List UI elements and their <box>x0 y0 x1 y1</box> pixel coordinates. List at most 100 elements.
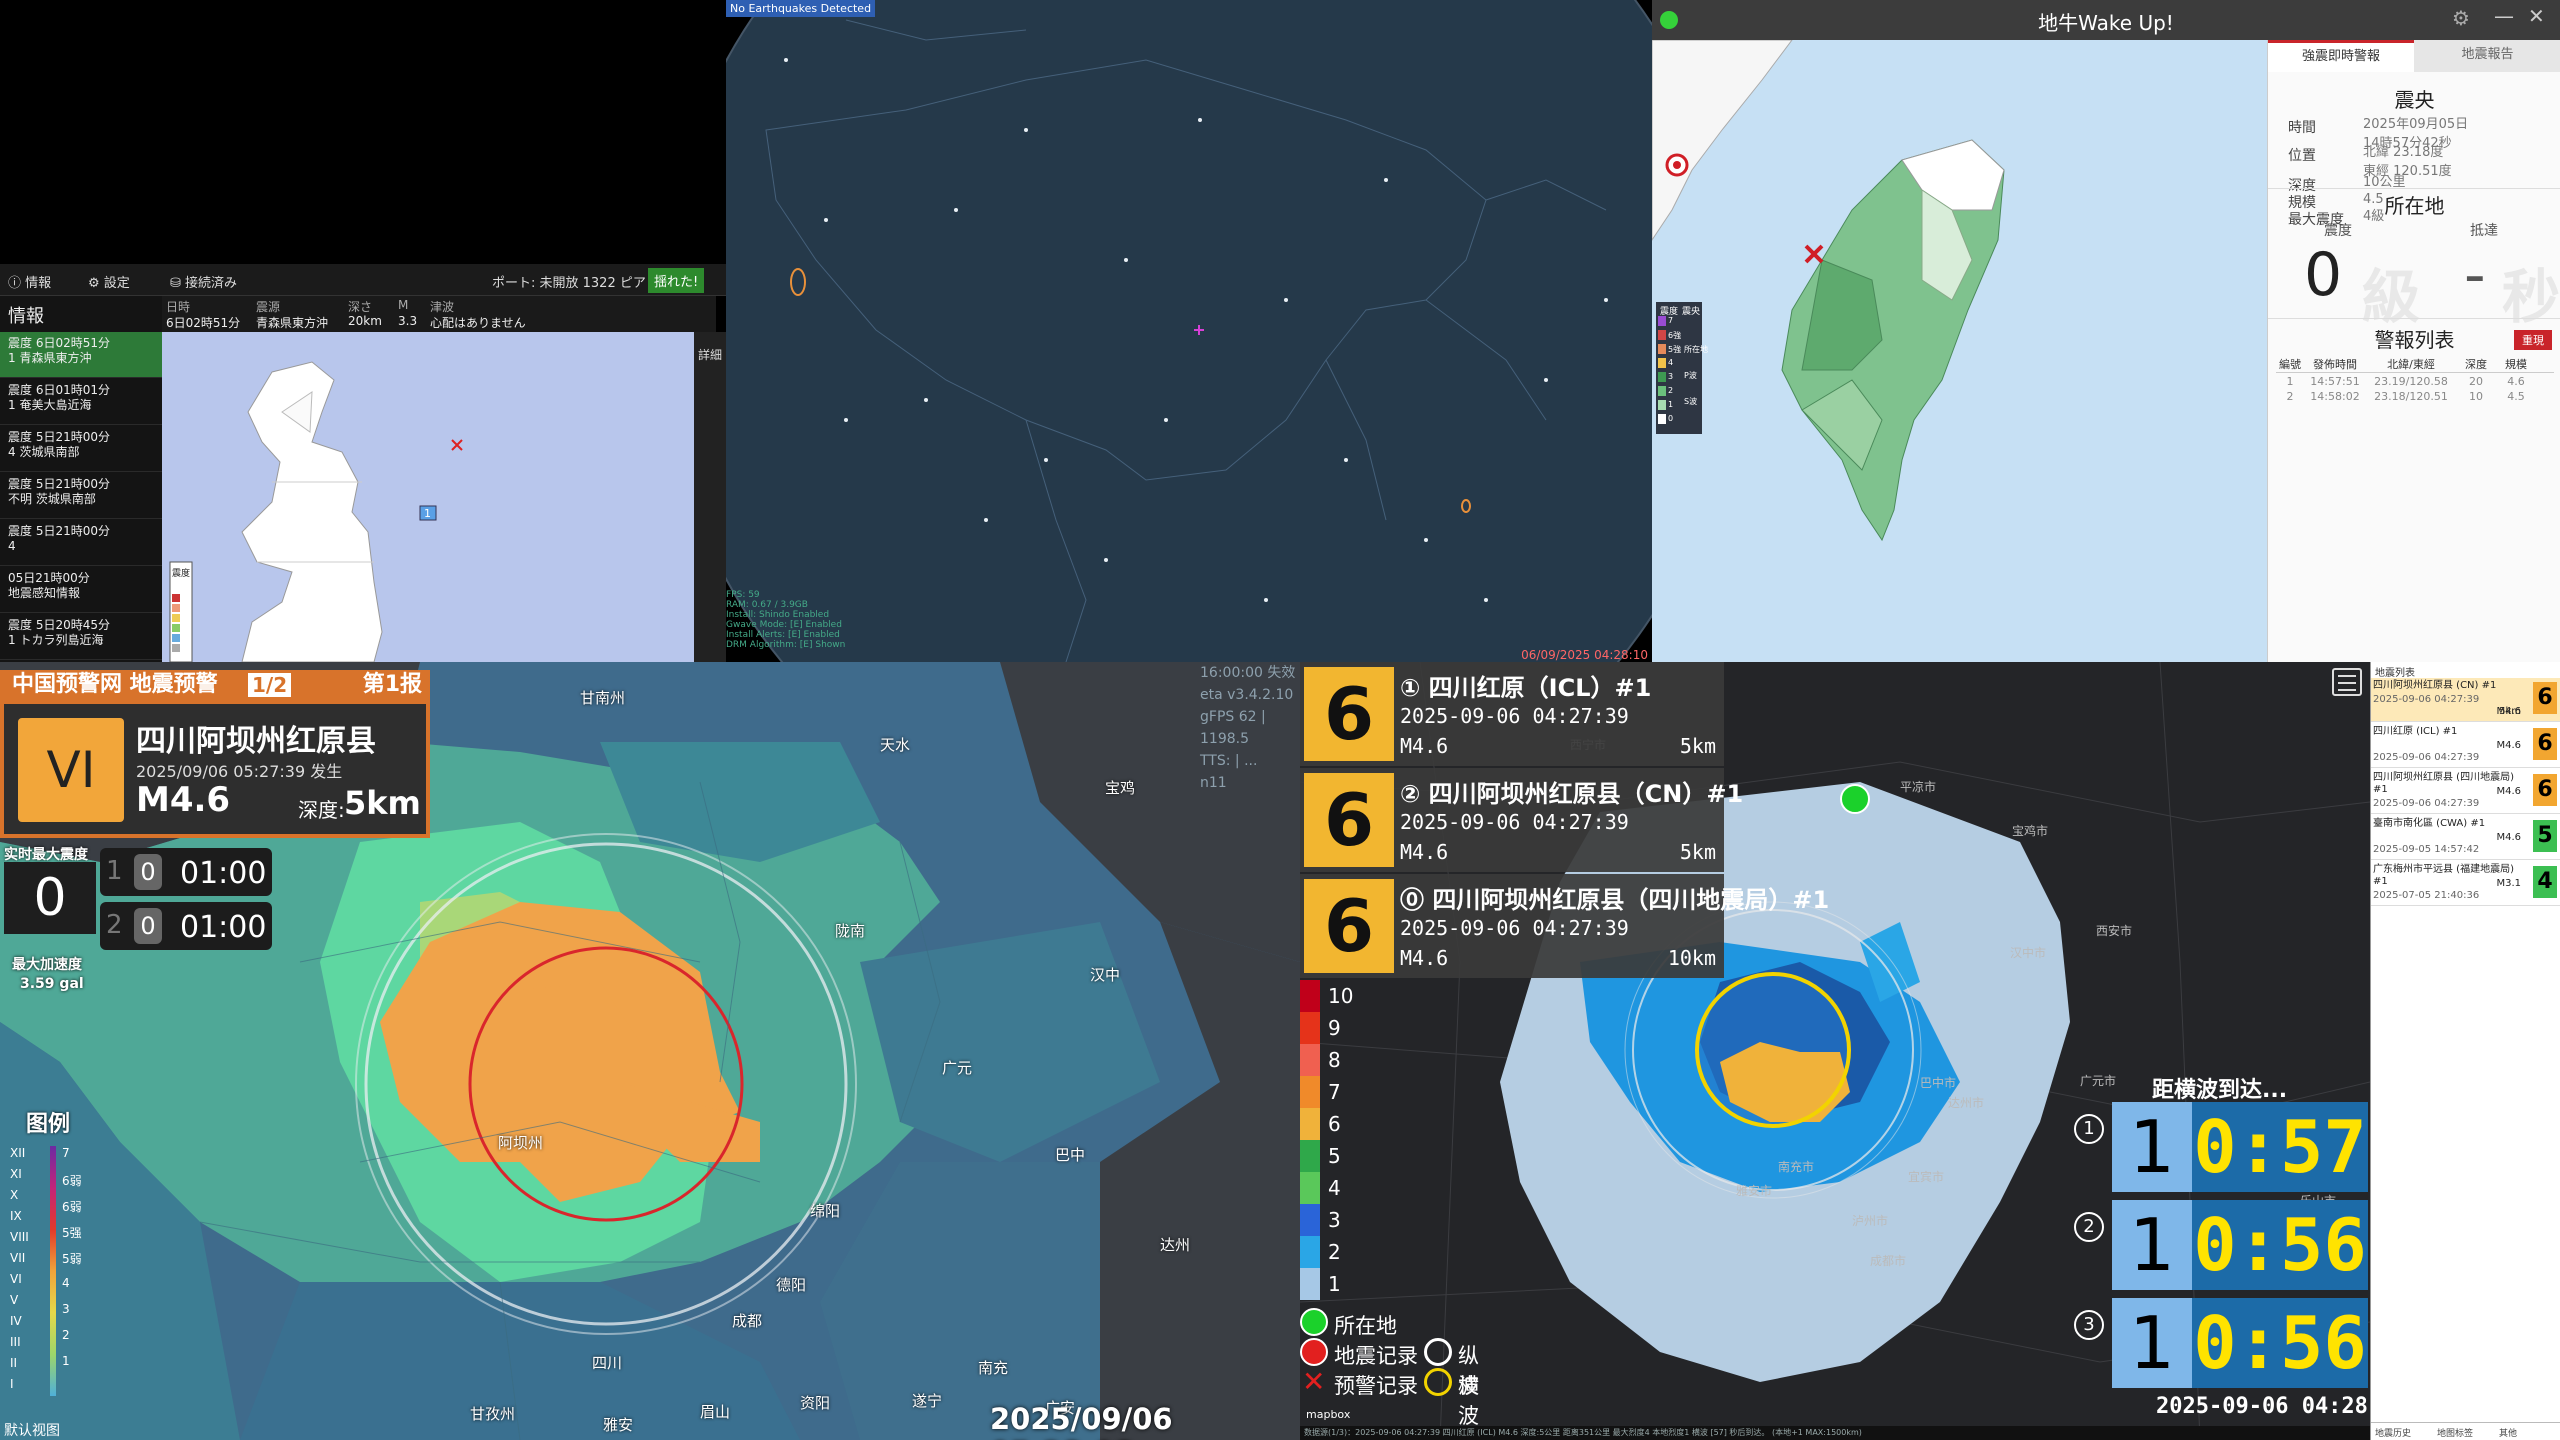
quake-time: 05日21時00分 <box>8 571 90 585</box>
table-cell: 4.6 <box>2507 375 2525 388</box>
city-label: 平凉市 <box>1900 780 1937 794</box>
cn-eew-panel[interactable]: 甘南州 天水 宝鸡 陇南 汉中 广元 阿坝州 巴中 绵阳 达州 德阳 成都 四川 南充 广安 遂宁 资阳 甘孜州雅… <box>0 662 1300 1440</box>
live-label: 实时最大震度 <box>4 847 88 863</box>
history-item[interactable]: 四川红原 (ICL) #1 2025-09-06 04:27:39 M4.6 6 <box>2371 724 2560 768</box>
legend-roman: IX <box>10 1209 22 1223</box>
detail-button[interactable]: 詳細 <box>694 332 726 662</box>
city-label: 宝鸡市 <box>2012 824 2049 838</box>
city-label: 遂宁 <box>912 1392 943 1410</box>
history-item[interactable]: 臺南市南化區 (CWA) #1 2025-09-05 14:57:42 M4.6 5 <box>2371 816 2560 860</box>
cn-report: 第1报 <box>362 672 422 697</box>
quake-place: 1 トカラ列島近海 <box>8 633 104 647</box>
eew-card[interactable]: 6② 四川阿坝州红原县（CN）#1 2025-09-06 04:27:39 M4.6… <box>1300 768 1743 872</box>
alert-table-row[interactable]: 2 14:58:02 23.18/120.51 10 4.5 <box>2276 390 2554 403</box>
location-title: 所在地 <box>2384 194 2445 218</box>
row-depth: 20km <box>348 314 382 328</box>
legend-roman: VIII <box>10 1230 29 1244</box>
globe-panel[interactable]: No Earthquakes Detected FPS: 59 RAM: 0.67… <box>726 0 1652 662</box>
intensity-value: 0 <box>2304 240 2343 310</box>
intensity-unit: 級 <box>2362 263 2421 331</box>
table-header-cell: 規模 <box>2505 358 2527 371</box>
scale-label: 1 <box>1328 1272 1341 1296</box>
dark-eew-panel[interactable]: 西宁市平凉市宝鸡市西安市汉中市广元市巴中市达州市成都市南充市宜宾市泸州市雅安市乐… <box>1300 662 2370 1440</box>
history-tab[interactable]: 地震历史 <box>2375 1426 2411 1439</box>
history-item[interactable]: 广东梅州市平远县 (福建地震局) #1 2025-07-05 21:40:36 M3… <box>2371 862 2560 906</box>
quake-time: 震度 5日21時00分 <box>8 430 110 444</box>
countdown-a: 1 <box>2112 1102 2192 1192</box>
city-label: 汉中市 <box>2010 946 2047 960</box>
quake-time: 震度 6日01時01分 <box>8 383 110 397</box>
quake-time: 震度 6日02時51分 <box>8 336 110 350</box>
quake-list-item[interactable]: 震度 6日02時51分 1 青森県東方沖 <box>0 332 162 378</box>
history-tab[interactable]: 其他 <box>2499 1426 2517 1439</box>
settings-tab[interactable]: ⚙ 設定 <box>88 272 130 291</box>
epicenter-title: 震央 <box>2394 88 2435 112</box>
debug-line: Install: Shindo Enabled <box>726 610 830 620</box>
quake-place: 地震感知情報 <box>8 586 81 600</box>
record-legend-icon <box>1300 1338 1328 1366</box>
gear-icon[interactable]: ⚙ <box>2452 6 2470 30</box>
arrival-label: 抵達 <box>2470 223 2498 239</box>
history-name: 四川阿坝州红原县 (CN) #1 <box>2373 680 2497 691</box>
history-level: 4 <box>2533 866 2557 898</box>
table-cell: 14:58:02 <box>2310 390 2360 403</box>
quake-list-item[interactable]: 震度 5日21時00分 4 <box>0 520 162 566</box>
eew-card[interactable]: 6① 四川红原（ICL）#1 2025-09-06 04:27:39 M4.6 5km <box>1300 662 1724 766</box>
debug-line: RAM: 0.67 / 3.9GB <box>726 600 808 610</box>
legend-swatch <box>1658 330 1666 340</box>
history-tab[interactable]: 地图标签 <box>2437 1426 2473 1439</box>
history-item[interactable]: 四川阿坝州红原县 (四川地震局) #1 2025-09-06 04:27:39 M4… <box>2371 770 2560 814</box>
card-intensity: 6 <box>1304 773 1394 867</box>
countdown-a: 1 <box>2112 1298 2192 1388</box>
legend-title: 图例 <box>26 1112 71 1137</box>
tab-report[interactable]: 地震報告 <box>2414 40 2560 72</box>
legend-num: 3 <box>62 1302 70 1316</box>
alert-table-row[interactable]: 1 14:57:51 23.19/120.58 20 4.6 <box>2276 375 2554 388</box>
japan-map[interactable]: 1 震度 <box>162 332 694 662</box>
history-level: 5 <box>2533 820 2557 852</box>
countdown-timer: 2 0 01:00 <box>100 902 272 950</box>
city-label: 汉中 <box>1090 966 1121 984</box>
city-label: 阿坝州 <box>498 1134 544 1152</box>
history-date: 2025-07-05 21:40:36 <box>2373 890 2480 901</box>
hdr-m: M <box>398 298 409 312</box>
scale-swatch <box>1300 1204 1320 1236</box>
close-icon[interactable]: ✕ <box>2528 4 2545 28</box>
card-intensity: 6 <box>1304 879 1394 973</box>
quake-list-item[interactable]: 震度 6日01時01分 1 奄美大島近海 <box>0 379 162 425</box>
default-view-button[interactable]: 默认视图 <box>4 1420 60 1440</box>
quake-list-item[interactable]: 05日21時00分 地震感知情報 <box>0 567 162 613</box>
legend-roman: I <box>10 1377 14 1391</box>
minimize-icon[interactable]: — <box>2494 4 2514 28</box>
legend-bar <box>50 1146 56 1396</box>
row-epicenter: 青森県東方沖 <box>256 316 329 330</box>
eew-card[interactable]: 6⓪ 四川阿坝州红原县（四川地震局）#1 2025-09-06 04:27:39 M… <box>1300 874 1829 978</box>
card-depth: 10km <box>1667 946 1716 970</box>
history-name: 四川红原 (ICL) #1 <box>2373 726 2458 737</box>
city-label: 南充 <box>978 1359 1009 1377</box>
menu-icon[interactable] <box>2332 668 2362 696</box>
history-item[interactable]: 四川阿坝州红原县 (CN) #1 2025-09-06 04:27:39 M4.6 5… <box>2371 678 2560 722</box>
legend-roman: X <box>10 1188 19 1202</box>
history-date: 2025-09-06 04:27:39 <box>2373 752 2480 763</box>
shake-button[interactable]: 揺れた! <box>648 268 705 293</box>
pga-label: 最大加速度 <box>12 957 82 973</box>
quake-list-item[interactable]: 震度 5日21時00分 不明 茨城県南部 <box>0 473 162 519</box>
city-label: 宝鸡 <box>1105 779 1136 797</box>
info-tab[interactable]: ⓘ 情報 <box>8 272 51 291</box>
city-label: 广元 <box>942 1059 973 1077</box>
debug-line: Gwave Mode: [E] Enabled <box>726 620 842 630</box>
taiwan-map[interactable]: 震度 震央 7 6強 5強 4 3 2 1 0 所在地 P波 S波 <box>1652 40 2267 662</box>
tab-realtime[interactable]: 強震即時警報 <box>2268 40 2414 72</box>
countdown-a: 1 <box>2112 1200 2192 1290</box>
globe-sphere <box>726 0 1652 662</box>
legend-num: 5弱 <box>62 1252 82 1266</box>
scale-label: 4 <box>1328 1176 1341 1200</box>
card-mag: M4.6 <box>1400 734 1449 758</box>
quake-list-item[interactable]: 震度 5日21時00分 4 茨城県南部 <box>0 426 162 472</box>
timer-index: 2 <box>106 910 123 940</box>
city-label: 四川 <box>592 1354 623 1372</box>
quake-list-item[interactable]: 震度 5日20時45分 1 トカラ列島近海 <box>0 614 162 660</box>
legend-num: 5强 <box>62 1226 82 1240</box>
replay-button[interactable]: 重現 <box>2514 330 2552 350</box>
